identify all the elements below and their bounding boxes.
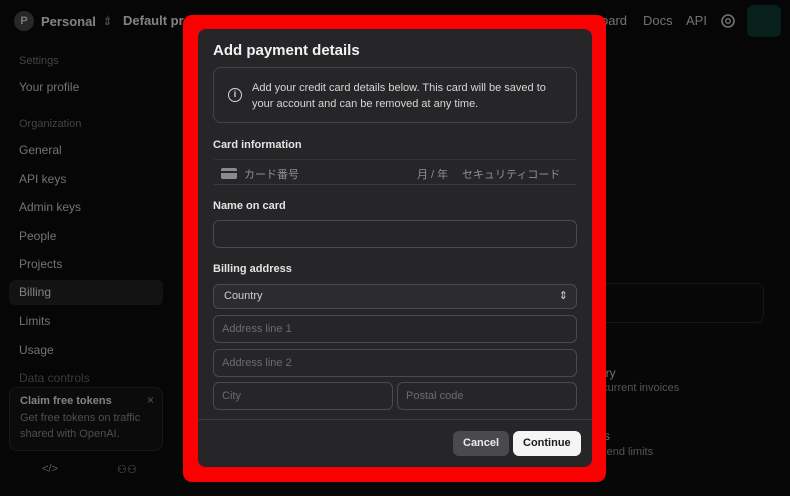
card-info-label: Card information	[213, 139, 302, 151]
continue-button[interactable]: Continue	[513, 431, 581, 456]
country-select[interactable]: Country ⇕	[213, 284, 577, 309]
name-on-card-input[interactable]	[213, 220, 577, 248]
chevron-updown-icon: ⇕	[558, 290, 568, 302]
address-line-1-placeholder: Address line 1	[222, 323, 292, 335]
info-icon: i	[228, 88, 242, 102]
address-line-1-input[interactable]: Address line 1	[213, 315, 577, 343]
credit-card-icon	[221, 168, 237, 179]
city-input[interactable]: City	[213, 382, 393, 410]
card-input[interactable]: カード番号 月 / 年 セキュリティコード	[213, 159, 577, 185]
card-cvc-input[interactable]: セキュリティコード	[462, 166, 560, 182]
country-value: Country	[224, 290, 263, 302]
name-on-card-label: Name on card	[213, 200, 286, 212]
notice-text: Add your credit card details below. This…	[252, 82, 546, 110]
address-line-2-input[interactable]: Address line 2	[213, 349, 577, 377]
billing-address-label: Billing address	[213, 263, 292, 275]
modal-title: Add payment details	[213, 42, 360, 59]
payment-modal: Add payment details i Add your credit ca…	[198, 29, 592, 467]
card-expiry-input[interactable]: 月 / 年	[417, 166, 448, 182]
city-placeholder: City	[222, 390, 241, 402]
address-line-2-placeholder: Address line 2	[222, 357, 292, 369]
postal-code-input[interactable]: Postal code	[397, 382, 577, 410]
modal-footer: Cancel Continue	[198, 419, 592, 467]
info-notice: i Add your credit card details below. Th…	[213, 67, 577, 123]
cancel-button[interactable]: Cancel	[453, 431, 510, 456]
card-number-input[interactable]: カード番号	[244, 166, 299, 182]
postal-code-placeholder: Postal code	[406, 390, 464, 402]
